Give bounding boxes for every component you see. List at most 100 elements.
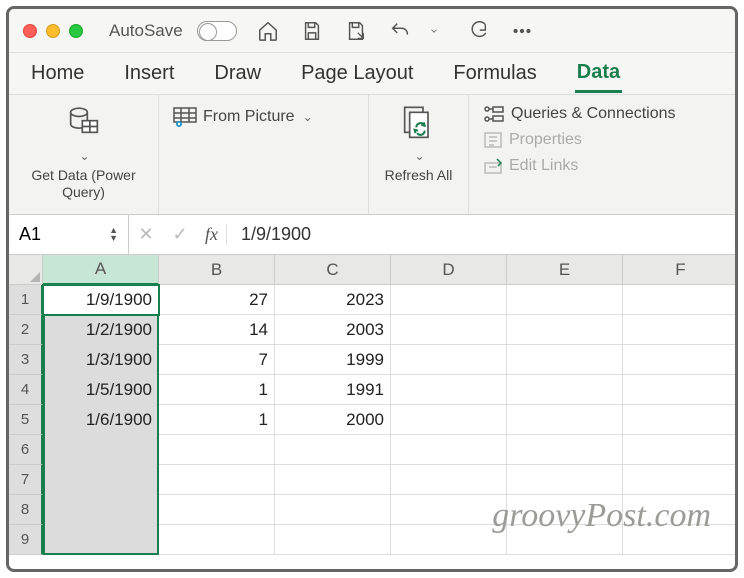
ribbon-tabs: Home Insert Draw Page Layout Formulas Da…: [9, 53, 735, 95]
cell-e4[interactable]: [507, 375, 623, 405]
cell-a2[interactable]: 1/2/1900: [43, 315, 159, 345]
cell-d9[interactable]: [391, 525, 507, 555]
refresh-all-button[interactable]: ⌄ Refresh All: [385, 103, 453, 184]
cell-e3[interactable]: [507, 345, 623, 375]
row-header-1[interactable]: 1: [9, 285, 43, 315]
col-header-c[interactable]: C: [275, 255, 391, 285]
name-box-stepper[interactable]: ▲▼: [109, 227, 118, 241]
cell-c7[interactable]: [275, 465, 391, 495]
tab-page-layout[interactable]: Page Layout: [299, 56, 415, 91]
minimize-window-button[interactable]: [46, 24, 60, 38]
cell-a6[interactable]: [43, 435, 159, 465]
redo-icon[interactable]: [465, 18, 491, 44]
tab-draw[interactable]: Draw: [212, 56, 263, 91]
fx-icon[interactable]: fx: [197, 224, 227, 245]
tab-home[interactable]: Home: [29, 56, 86, 91]
cell-b3[interactable]: 7: [159, 345, 275, 375]
cell-a3[interactable]: 1/3/1900: [43, 345, 159, 375]
cell-c2[interactable]: 2003: [275, 315, 391, 345]
cell-b5[interactable]: 1: [159, 405, 275, 435]
cell-f5[interactable]: [623, 405, 738, 435]
cell-d4[interactable]: [391, 375, 507, 405]
name-box[interactable]: A1 ▲▼: [9, 215, 129, 254]
undo-icon[interactable]: [387, 18, 413, 44]
tab-insert[interactable]: Insert: [122, 56, 176, 91]
cell-c9[interactable]: [275, 525, 391, 555]
cell-a7[interactable]: [43, 465, 159, 495]
formula-input[interactable]: 1/9/1900: [235, 224, 311, 245]
cell-b2[interactable]: 14: [159, 315, 275, 345]
cell-e9[interactable]: [507, 525, 623, 555]
col-header-f[interactable]: F: [623, 255, 738, 285]
autosave-toggle[interactable]: [197, 21, 237, 41]
cell-c1[interactable]: 2023: [275, 285, 391, 315]
cell-d2[interactable]: [391, 315, 507, 345]
save-icon[interactable]: [299, 18, 325, 44]
cell-f2[interactable]: [623, 315, 738, 345]
cell-f4[interactable]: [623, 375, 738, 405]
row-header-4[interactable]: 4: [9, 375, 43, 405]
window-controls: [23, 24, 83, 38]
cell-e5[interactable]: [507, 405, 623, 435]
cell-a4[interactable]: 1/5/1900: [43, 375, 159, 405]
cell-f7[interactable]: [623, 465, 738, 495]
cell-d8[interactable]: [391, 495, 507, 525]
cell-f9[interactable]: [623, 525, 738, 555]
col-header-e[interactable]: E: [507, 255, 623, 285]
cell-e6[interactable]: [507, 435, 623, 465]
cell-f1[interactable]: [623, 285, 738, 315]
cell-b6[interactable]: [159, 435, 275, 465]
cell-e1[interactable]: [507, 285, 623, 315]
cell-c5[interactable]: 2000: [275, 405, 391, 435]
cell-b7[interactable]: [159, 465, 275, 495]
cell-b8[interactable]: [159, 495, 275, 525]
cell-c4[interactable]: 1991: [275, 375, 391, 405]
undo-dropdown[interactable]: [421, 18, 447, 44]
cell-d7[interactable]: [391, 465, 507, 495]
cell-d1[interactable]: [391, 285, 507, 315]
cell-b9[interactable]: [159, 525, 275, 555]
cell-d6[interactable]: [391, 435, 507, 465]
tab-data[interactable]: Data: [575, 55, 622, 93]
col-header-d[interactable]: D: [391, 255, 507, 285]
save-as-icon[interactable]: [343, 18, 369, 44]
queries-connections-button[interactable]: Queries & Connections: [483, 105, 676, 123]
close-window-button[interactable]: [23, 24, 37, 38]
row-header-3[interactable]: 3: [9, 345, 43, 375]
cell-e7[interactable]: [507, 465, 623, 495]
col-header-a[interactable]: A: [43, 255, 159, 285]
more-icon[interactable]: [509, 18, 535, 44]
cell-c3[interactable]: 1999: [275, 345, 391, 375]
col-header-b[interactable]: B: [159, 255, 275, 285]
title-bar: AutoSave: [9, 9, 735, 53]
cell-a5[interactable]: 1/6/1900: [43, 405, 159, 435]
tab-formulas[interactable]: Formulas: [451, 56, 538, 91]
row-header-5[interactable]: 5: [9, 405, 43, 435]
cell-b1[interactable]: 27: [159, 285, 275, 315]
cell-a1[interactable]: 1/9/1900: [43, 285, 159, 315]
properties-label: Properties: [509, 131, 582, 149]
row-header-6[interactable]: 6: [9, 435, 43, 465]
select-all-corner[interactable]: [9, 255, 43, 285]
maximize-window-button[interactable]: [69, 24, 83, 38]
cell-b4[interactable]: 1: [159, 375, 275, 405]
cell-c8[interactable]: [275, 495, 391, 525]
cell-f3[interactable]: [623, 345, 738, 375]
cell-d5[interactable]: [391, 405, 507, 435]
row-header-9[interactable]: 9: [9, 525, 43, 555]
from-picture-button[interactable]: From Picture ⌄: [173, 107, 313, 127]
cell-e8[interactable]: [507, 495, 623, 525]
cell-d3[interactable]: [391, 345, 507, 375]
cell-a9[interactable]: [43, 525, 159, 555]
row-header-7[interactable]: 7: [9, 465, 43, 495]
row-header-2[interactable]: 2: [9, 315, 43, 345]
cell-f6[interactable]: [623, 435, 738, 465]
get-data-button[interactable]: ⌄ Get Data (Power Query): [24, 103, 144, 201]
spreadsheet-grid[interactable]: A B C D E F 1 1/9/1900 27 2023 2 1/2/190…: [9, 255, 735, 555]
cell-e2[interactable]: [507, 315, 623, 345]
cell-f8[interactable]: [623, 495, 738, 525]
cell-a8[interactable]: [43, 495, 159, 525]
row-header-8[interactable]: 8: [9, 495, 43, 525]
cell-c6[interactable]: [275, 435, 391, 465]
home-icon[interactable]: [255, 18, 281, 44]
